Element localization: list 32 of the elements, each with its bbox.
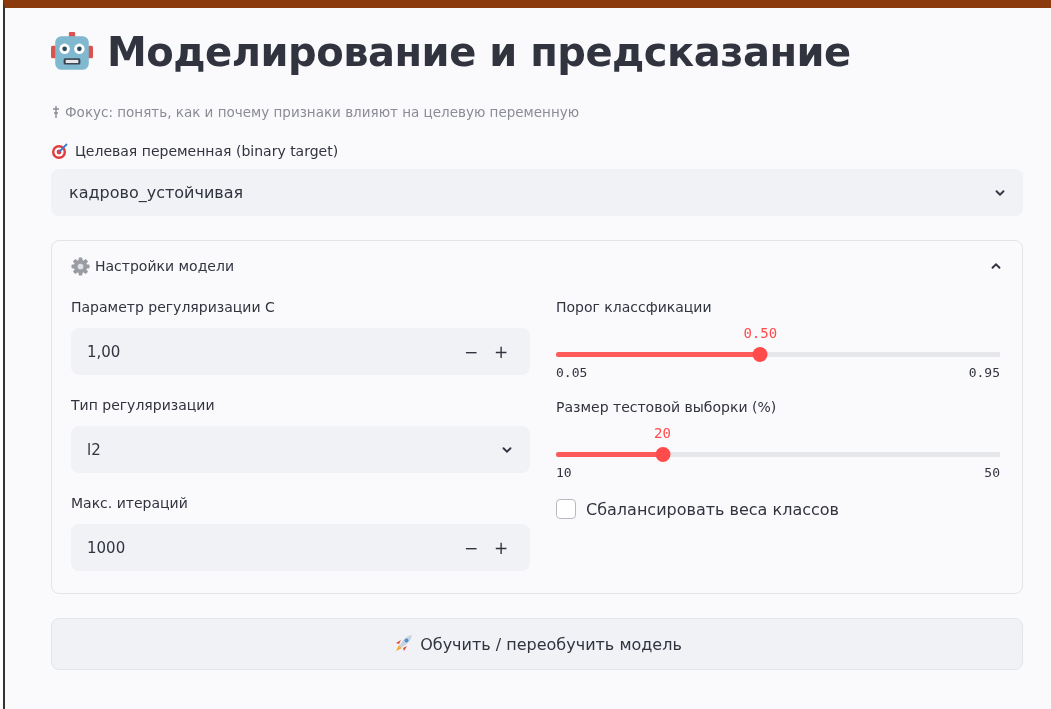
slider-label: Размер тестовой выборки (%) [556, 399, 778, 417]
field-label: Параметр регуляризации C [71, 299, 276, 317]
page-title: Моделирование и предсказание [107, 29, 851, 75]
expander-title: Настройки модели [95, 258, 234, 274]
field-label: Макс. итераций [71, 495, 189, 513]
number-input[interactable]: 1000 − + [71, 524, 530, 571]
checkbox-label: Сбалансировать веса классов [586, 499, 839, 519]
slider-min: 0.05 [556, 365, 588, 380]
train-button[interactable]: Обучить / переобучить модель [51, 618, 1023, 670]
slider-label: Порог классфикации [556, 299, 713, 317]
slider-max: 50 [984, 465, 1000, 480]
slider-max: 0.95 [968, 365, 1000, 380]
decrement-button[interactable]: − [456, 341, 486, 362]
robot-icon [51, 31, 93, 73]
gear-icon [71, 256, 90, 276]
select-label: Целевая переменная (binary target) [75, 143, 339, 159]
target-select[interactable]: кадрово_устойчивая [51, 169, 1023, 216]
increment-button[interactable]: + [486, 537, 516, 558]
slider-handle[interactable] [752, 347, 768, 362]
caption-text: Фокус: понять, как и почему признаки влияют на целевую переменную [65, 104, 580, 120]
target-icon [51, 142, 69, 160]
checkbox[interactable] [556, 499, 576, 519]
increment-button[interactable]: + [486, 341, 516, 362]
slider-value: 0.50 [743, 325, 778, 341]
field-label: Тип регуляризации [71, 397, 216, 415]
slider-min: 10 [556, 465, 572, 480]
slider-value: 20 [654, 425, 671, 441]
number-input[interactable]: 1,00 − + [71, 328, 530, 375]
decrement-button[interactable]: − [456, 537, 486, 558]
select-dropdown[interactable]: l2 [71, 426, 530, 473]
expander-header[interactable]: Настройки модели [71, 241, 1003, 291]
slider-handle[interactable] [655, 447, 671, 462]
